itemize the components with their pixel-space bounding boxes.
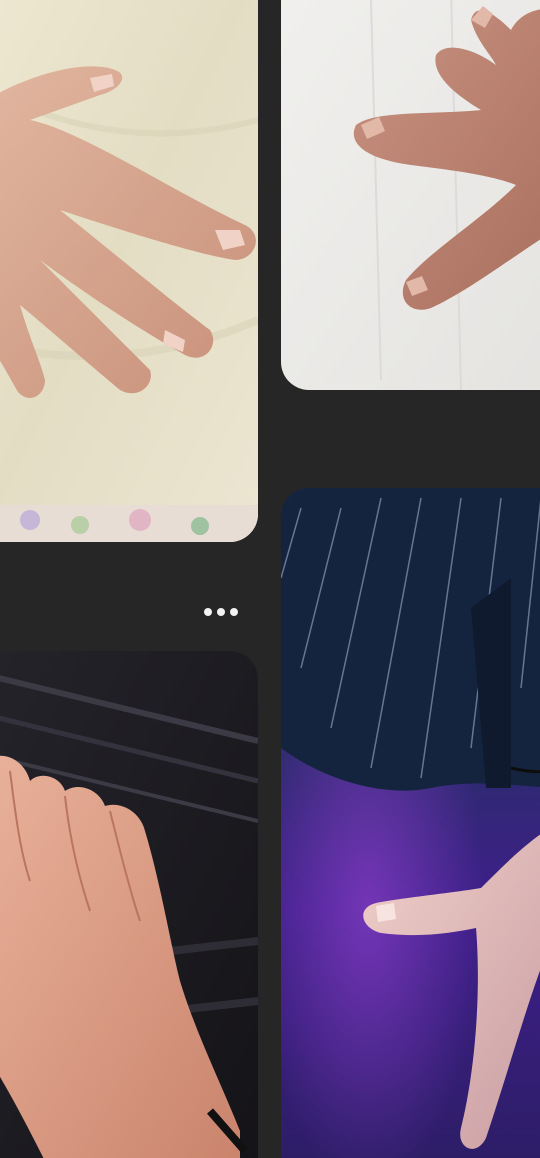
more-horizontal-icon	[204, 608, 212, 616]
pin-feed	[0, 0, 540, 1158]
hand-photo	[281, 488, 540, 1158]
hand-photo	[281, 0, 540, 390]
pin-image-hand-purple-stage[interactable]	[281, 488, 540, 1158]
pin-image-hand-white[interactable]	[281, 0, 540, 390]
more-horizontal-icon-dot	[230, 608, 238, 616]
pin-image-hand-cream-cloth[interactable]	[0, 0, 258, 542]
more-horizontal-icon-dot	[217, 608, 225, 616]
pin-image-hand-dark-fabric[interactable]	[0, 651, 258, 1158]
hand-photo	[0, 0, 258, 542]
hand-photo	[0, 651, 258, 1158]
more-options-button[interactable]	[196, 597, 246, 627]
